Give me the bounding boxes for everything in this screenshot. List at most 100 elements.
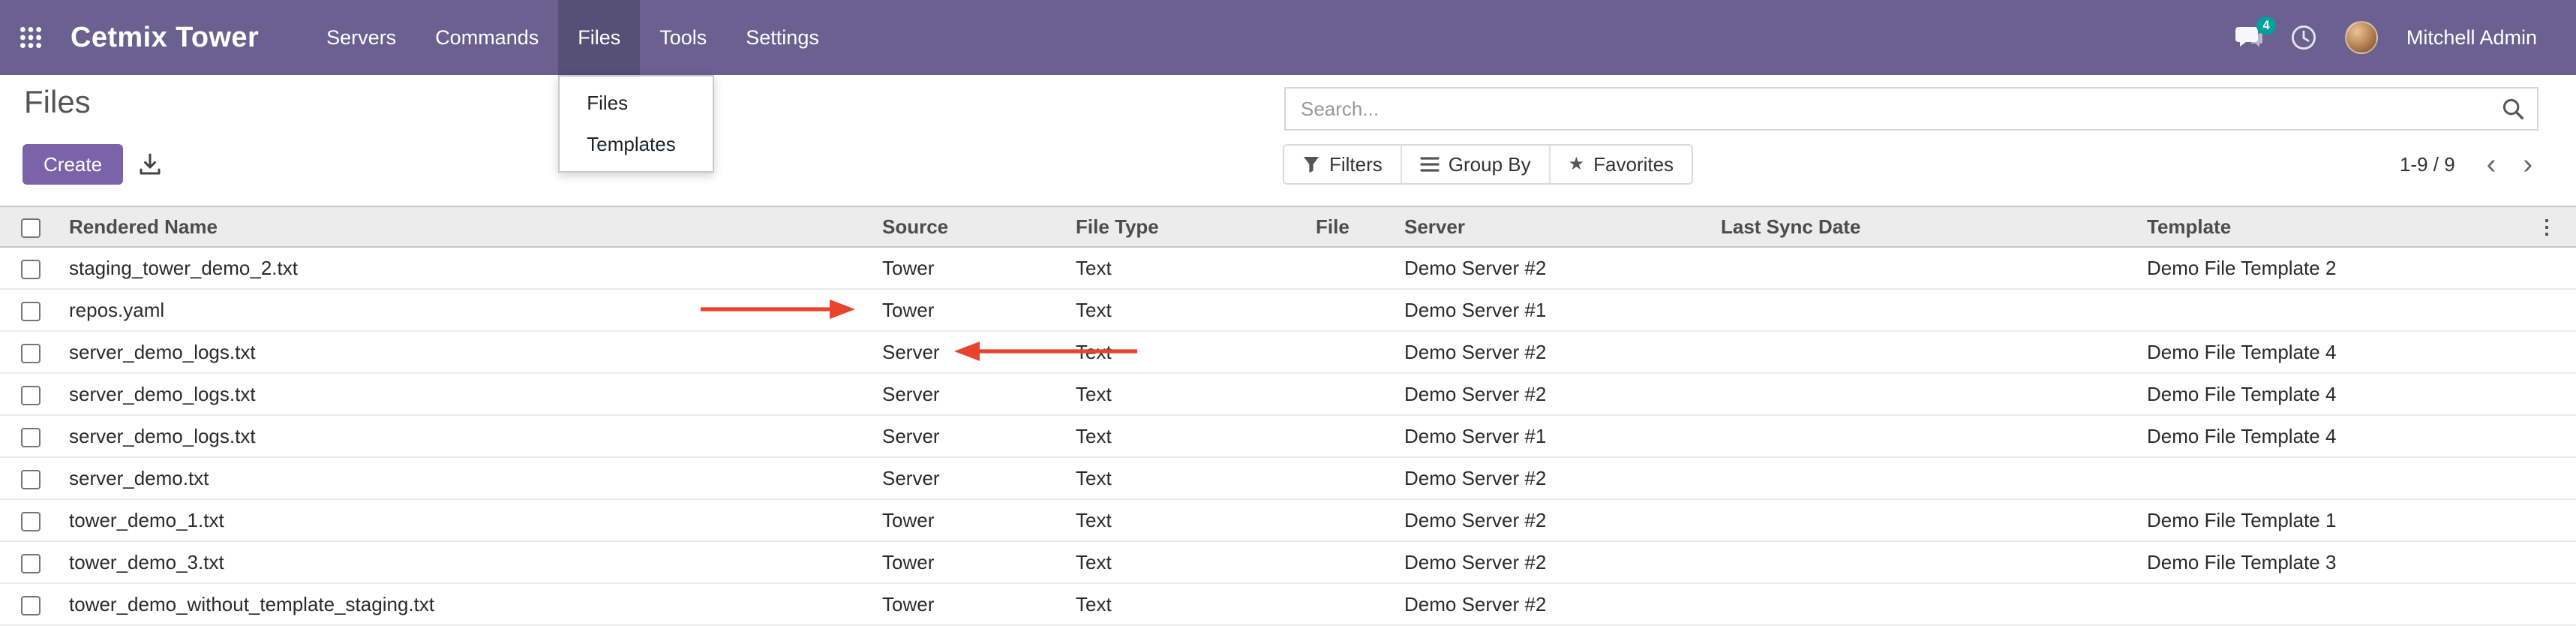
search-icon [2502,98,2523,119]
user-menu[interactable] [2345,21,2378,54]
cell-rendered-name: tower_demo_3.txt [63,541,876,583]
cell-rendered-name: staging_tower_demo_2.txt [63,247,876,289]
cell-rendered-name: tower_demo_without_template_staging.txt [63,583,876,625]
cell-file-type: Text [1070,541,1310,583]
cell-source: Server [876,331,1070,373]
table-row[interactable]: tower_demo_1.txt Tower Text Demo Server … [0,499,2576,541]
column-header-file[interactable]: File [1310,206,1398,247]
messages-button[interactable]: 4 [2235,26,2262,50]
cell-file [1310,373,1398,415]
group-by-button[interactable]: Group By [1401,146,1549,183]
select-all-checkbox[interactable] [21,218,41,238]
cell-last-sync-date [1715,373,2141,415]
table-header-row: Rendered Name Source File Type File Serv… [0,206,2576,247]
column-header-source[interactable]: Source [876,206,1070,247]
row-checkbox[interactable] [21,428,41,447]
files-dropdown: Files Templates [558,75,714,173]
cell-template: Demo File Template 2 [2141,247,2531,289]
menu-tools[interactable]: Tools [640,0,726,75]
pager-previous-button[interactable]: ‹ [2476,150,2507,179]
group-by-bars-icon [1420,156,1440,173]
files-list-table: Rendered Name Source File Type File Serv… [0,206,2576,626]
row-checkbox-cell [0,415,63,457]
favorites-button[interactable]: ★ Favorites [1549,146,1692,183]
table-row[interactable]: server_demo_logs.txt Server Text Demo Se… [0,373,2576,415]
cell-source: Server [876,457,1070,499]
row-checkbox[interactable] [21,344,41,363]
row-checkbox[interactable] [21,554,41,573]
menu-files[interactable]: Files Files Templates [558,0,640,75]
dropdown-item-files[interactable]: Files [560,83,713,124]
cell-last-sync-date [1715,541,2141,583]
cell-server: Demo Server #2 [1398,499,1715,541]
row-checkbox[interactable] [21,512,41,531]
filter-funnel-icon [1302,155,1320,173]
column-header-server[interactable]: Server [1398,206,1715,247]
cell-template: Demo File Template 4 [2141,415,2531,457]
column-header-last-sync-date[interactable]: Last Sync Date [1715,206,2141,247]
cell-template: Demo File Template 4 [2141,331,2531,373]
table-row[interactable]: tower_demo_3.txt Tower Text Demo Server … [0,541,2576,583]
cell-file [1310,541,1398,583]
cell-last-sync-date [1715,457,2141,499]
cell-file-type: Text [1070,373,1310,415]
app-brand[interactable]: Cetmix Tower [62,0,268,75]
cell-source: Server [876,373,1070,415]
cell-file [1310,247,1398,289]
menu-commands[interactable]: Commands [416,0,558,75]
row-checkbox[interactable] [21,470,41,489]
row-checkbox[interactable] [21,596,41,615]
cell-template [2141,457,2531,499]
menu-files-label: Files [578,26,620,50]
messages-badge: 4 [2256,17,2276,35]
column-header-template[interactable]: Template [2141,206,2531,247]
cell-last-sync-date [1715,583,2141,625]
cell-template [2141,289,2531,331]
optional-columns-toggle[interactable]: ⋮ [2531,206,2576,247]
row-checkbox-cell [0,583,63,625]
cell-file [1310,415,1398,457]
column-header-file-type[interactable]: File Type [1070,206,1310,247]
menu-settings[interactable]: Settings [726,0,839,75]
cell-file [1310,289,1398,331]
cell-server: Demo Server #2 [1398,331,1715,373]
cell-trailing [2531,331,2576,373]
create-button[interactable]: Create [23,144,123,185]
navbar-spacer [839,0,2235,75]
export-button[interactable] [129,144,171,185]
dropdown-item-templates[interactable]: Templates [560,124,713,165]
row-checkbox[interactable] [21,260,41,279]
cell-server: Demo Server #2 [1398,541,1715,583]
cell-template: Demo File Template 1 [2141,499,2531,541]
table-row[interactable]: repos.yaml Tower Text Demo Server #1 [0,289,2576,331]
activities-button[interactable] [2291,25,2316,50]
cell-last-sync-date [1715,289,2141,331]
app-window: Cetmix Tower Servers Commands Files File… [0,0,2576,626]
activity-clock-icon [2291,25,2316,50]
row-checkbox[interactable] [21,386,41,405]
pager-next-button[interactable]: › [2512,150,2543,179]
search-input[interactable] [1286,98,2489,121]
table-row[interactable]: server_demo.txt Server Text Demo Server … [0,457,2576,499]
apps-menu-button[interactable] [0,0,62,75]
cell-source: Tower [876,541,1070,583]
cell-file-type: Text [1070,415,1310,457]
cell-last-sync-date [1715,415,2141,457]
user-avatar [2345,21,2378,54]
table-row[interactable]: server_demo_logs.txt Server Text Demo Se… [0,331,2576,373]
table-row[interactable]: tower_demo_without_template_staging.txt … [0,583,2576,625]
table-body: staging_tower_demo_2.txt Tower Text Demo… [0,247,2576,625]
pager: 1-9 / 9 ‹ › [2400,144,2543,185]
user-name[interactable]: Mitchell Admin [2406,26,2537,50]
group-by-label: Group By [1449,153,1531,176]
search-box [1284,87,2538,131]
filters-button[interactable]: Filters [1284,146,1401,183]
cell-rendered-name: server_demo.txt [63,457,876,499]
cell-template: Demo File Template 4 [2141,373,2531,415]
menu-servers[interactable]: Servers [307,0,416,75]
table-row[interactable]: server_demo_logs.txt Server Text Demo Se… [0,415,2576,457]
row-checkbox[interactable] [21,302,41,321]
table-row[interactable]: staging_tower_demo_2.txt Tower Text Demo… [0,247,2576,289]
column-header-rendered-name[interactable]: Rendered Name [63,206,876,247]
search-submit[interactable] [2489,98,2537,119]
